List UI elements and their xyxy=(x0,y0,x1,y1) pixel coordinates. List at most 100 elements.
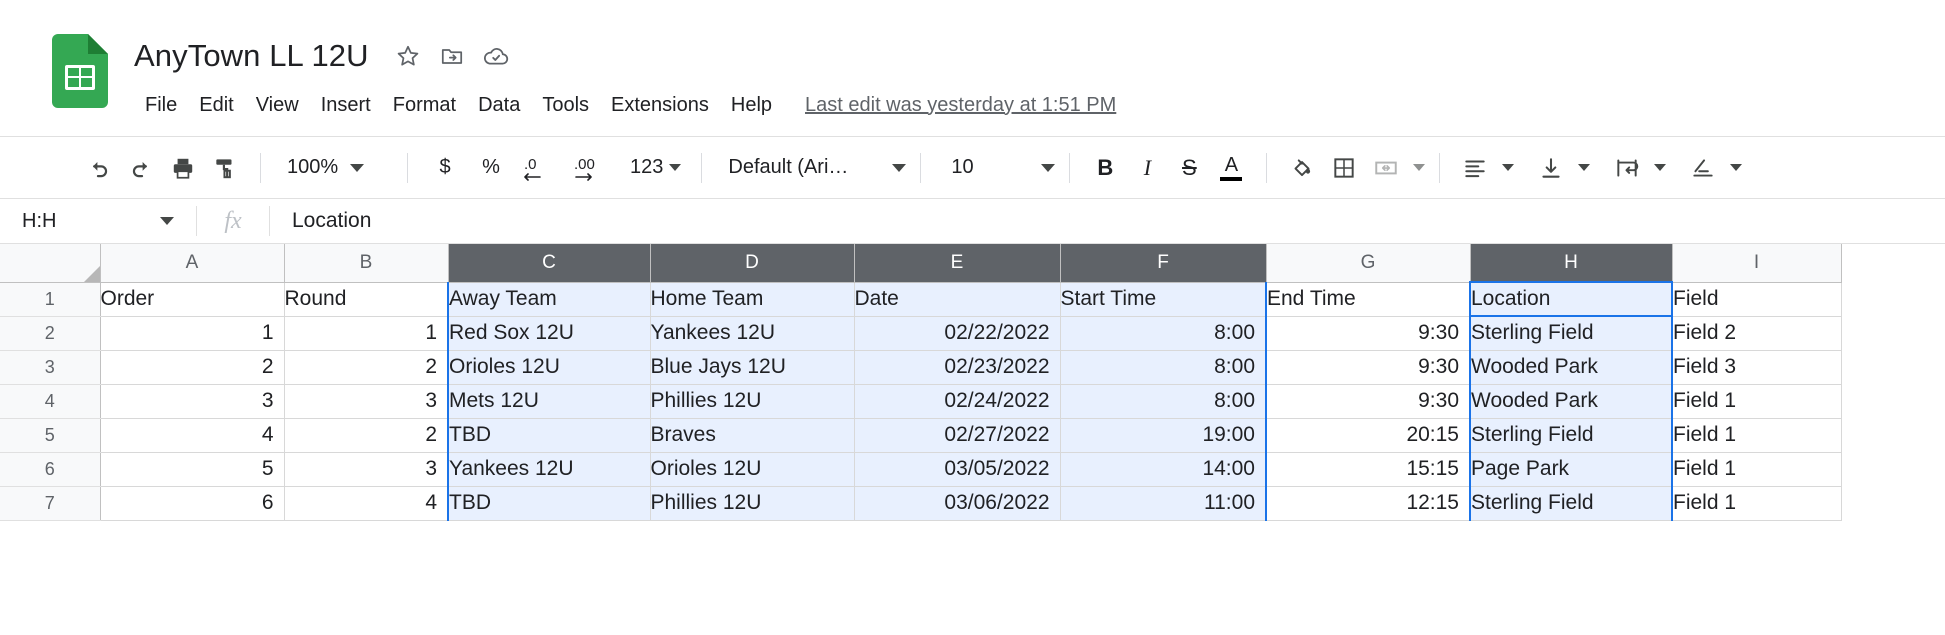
row-header-2[interactable]: 2 xyxy=(0,316,101,351)
cell-I3[interactable]: Field 3 xyxy=(1672,350,1842,385)
cell-A3[interactable]: 2 xyxy=(100,350,285,385)
column-header-e[interactable]: E xyxy=(854,244,1061,283)
cell-G3[interactable]: 9:30 xyxy=(1266,350,1471,385)
row-header-7[interactable]: 7 xyxy=(0,486,101,521)
row-header-5[interactable]: 5 xyxy=(0,418,101,453)
column-header-b[interactable]: B xyxy=(284,244,449,283)
merge-cells-icon[interactable] xyxy=(1365,147,1407,189)
name-box[interactable]: H:H xyxy=(0,199,196,243)
cell-D3[interactable]: Blue Jays 12U xyxy=(650,350,855,385)
menu-item-tools[interactable]: Tools xyxy=(531,90,600,121)
horizontal-align-icon[interactable] xyxy=(1454,147,1496,189)
cell-G2[interactable]: 9:30 xyxy=(1266,316,1471,351)
fill-color-icon[interactable] xyxy=(1281,147,1323,189)
font-family-selector[interactable]: Default (Ari… xyxy=(716,156,907,179)
zoom-selector[interactable]: 100% xyxy=(275,156,393,179)
decrease-decimal-icon[interactable]: .0 xyxy=(514,147,566,189)
cell-F4[interactable]: 8:00 xyxy=(1060,384,1267,419)
percent-format-button[interactable]: % xyxy=(468,147,514,189)
font-size-selector[interactable]: 10 xyxy=(935,156,1056,179)
cell-H5[interactable]: Sterling Field xyxy=(1469,418,1673,453)
rotation-chevron-down-icon[interactable] xyxy=(1730,164,1743,171)
cell-D7[interactable]: Phillies 12U xyxy=(650,486,855,521)
cell-F5[interactable]: 19:00 xyxy=(1060,418,1267,453)
vertical-align-icon[interactable] xyxy=(1530,147,1572,189)
cell-F2[interactable]: 8:00 xyxy=(1060,316,1267,351)
cell-H1[interactable]: Location xyxy=(1469,281,1673,317)
cell-A2[interactable]: 1 xyxy=(100,316,285,351)
cell-G4[interactable]: 9:30 xyxy=(1266,384,1471,419)
redo-icon[interactable] xyxy=(120,147,162,189)
bold-button[interactable]: B xyxy=(1084,147,1126,189)
increase-decimal-icon[interactable]: .00 xyxy=(566,147,624,189)
cell-G6[interactable]: 15:15 xyxy=(1266,452,1471,487)
column-header-a[interactable]: A xyxy=(100,244,285,283)
formula-input[interactable]: Location xyxy=(270,199,1945,243)
cell-I1[interactable]: Field xyxy=(1672,282,1842,317)
text-wrap-icon[interactable] xyxy=(1606,147,1648,189)
menu-item-format[interactable]: Format xyxy=(382,90,467,121)
cell-H2[interactable]: Sterling Field xyxy=(1469,316,1673,351)
cell-F3[interactable]: 8:00 xyxy=(1060,350,1267,385)
print-icon[interactable] xyxy=(162,147,204,189)
cell-E1[interactable]: Date xyxy=(854,282,1061,317)
cell-D2[interactable]: Yankees 12U xyxy=(650,316,855,351)
italic-button[interactable]: I xyxy=(1126,147,1168,189)
cell-E3[interactable]: 02/23/2022 xyxy=(854,350,1061,385)
row-header-3[interactable]: 3 xyxy=(0,350,101,385)
currency-format-button[interactable]: $ xyxy=(422,147,468,189)
cell-G5[interactable]: 20:15 xyxy=(1266,418,1471,453)
last-edit-link[interactable]: Last edit was yesterday at 1:51 PM xyxy=(805,94,1116,117)
text-color-button[interactable]: A xyxy=(1210,147,1252,189)
column-header-i[interactable]: I xyxy=(1672,244,1842,283)
column-header-h[interactable]: H xyxy=(1470,244,1673,283)
menu-item-file[interactable]: File xyxy=(134,90,188,121)
cell-D6[interactable]: Orioles 12U xyxy=(650,452,855,487)
menu-item-data[interactable]: Data xyxy=(467,90,531,121)
sheets-app-icon[interactable] xyxy=(52,34,108,108)
cell-A4[interactable]: 3 xyxy=(100,384,285,419)
number-format-selector[interactable]: 123 xyxy=(624,156,687,179)
cell-B6[interactable]: 3 xyxy=(284,452,449,487)
cell-I4[interactable]: Field 1 xyxy=(1672,384,1842,419)
star-icon[interactable] xyxy=(391,39,425,73)
menu-item-help[interactable]: Help xyxy=(720,90,783,121)
cell-C2[interactable]: Red Sox 12U xyxy=(447,316,651,351)
cell-C3[interactable]: Orioles 12U xyxy=(447,350,651,385)
cell-A6[interactable]: 5 xyxy=(100,452,285,487)
cell-G1[interactable]: End Time xyxy=(1266,282,1471,317)
cell-C7[interactable]: TBD xyxy=(447,486,651,521)
cell-F1[interactable]: Start Time xyxy=(1060,282,1267,317)
cell-I5[interactable]: Field 1 xyxy=(1672,418,1842,453)
cell-D4[interactable]: Phillies 12U xyxy=(650,384,855,419)
undo-icon[interactable] xyxy=(78,147,120,189)
cell-D5[interactable]: Braves xyxy=(650,418,855,453)
move-to-folder-icon[interactable] xyxy=(435,39,469,73)
cell-E5[interactable]: 02/27/2022 xyxy=(854,418,1061,453)
column-header-g[interactable]: G xyxy=(1266,244,1471,283)
cell-E2[interactable]: 02/22/2022 xyxy=(854,316,1061,351)
cell-B1[interactable]: Round xyxy=(284,282,449,317)
cell-D1[interactable]: Home Team xyxy=(650,282,855,317)
column-header-f[interactable]: F xyxy=(1060,244,1267,283)
cell-A1[interactable]: Order xyxy=(100,282,285,317)
cell-I6[interactable]: Field 1 xyxy=(1672,452,1842,487)
cell-E7[interactable]: 03/06/2022 xyxy=(854,486,1061,521)
cloud-saved-icon[interactable] xyxy=(479,39,513,73)
cell-H4[interactable]: Wooded Park xyxy=(1469,384,1673,419)
borders-icon[interactable] xyxy=(1323,147,1365,189)
valign-chevron-down-icon[interactable] xyxy=(1578,164,1591,171)
halign-chevron-down-icon[interactable] xyxy=(1502,164,1515,171)
strikethrough-button[interactable]: S xyxy=(1168,147,1210,189)
cell-H6[interactable]: Page Park xyxy=(1469,452,1673,487)
cell-B7[interactable]: 4 xyxy=(284,486,449,521)
select-all-corner[interactable] xyxy=(0,244,101,283)
wrap-chevron-down-icon[interactable] xyxy=(1654,164,1667,171)
document-title[interactable]: AnyTown LL 12U xyxy=(134,38,369,74)
cell-E6[interactable]: 03/05/2022 xyxy=(854,452,1061,487)
cell-F6[interactable]: 14:00 xyxy=(1060,452,1267,487)
cell-I2[interactable]: Field 2 xyxy=(1672,316,1842,351)
cell-B4[interactable]: 3 xyxy=(284,384,449,419)
cell-E4[interactable]: 02/24/2022 xyxy=(854,384,1061,419)
cell-H7[interactable]: Sterling Field xyxy=(1469,486,1673,521)
